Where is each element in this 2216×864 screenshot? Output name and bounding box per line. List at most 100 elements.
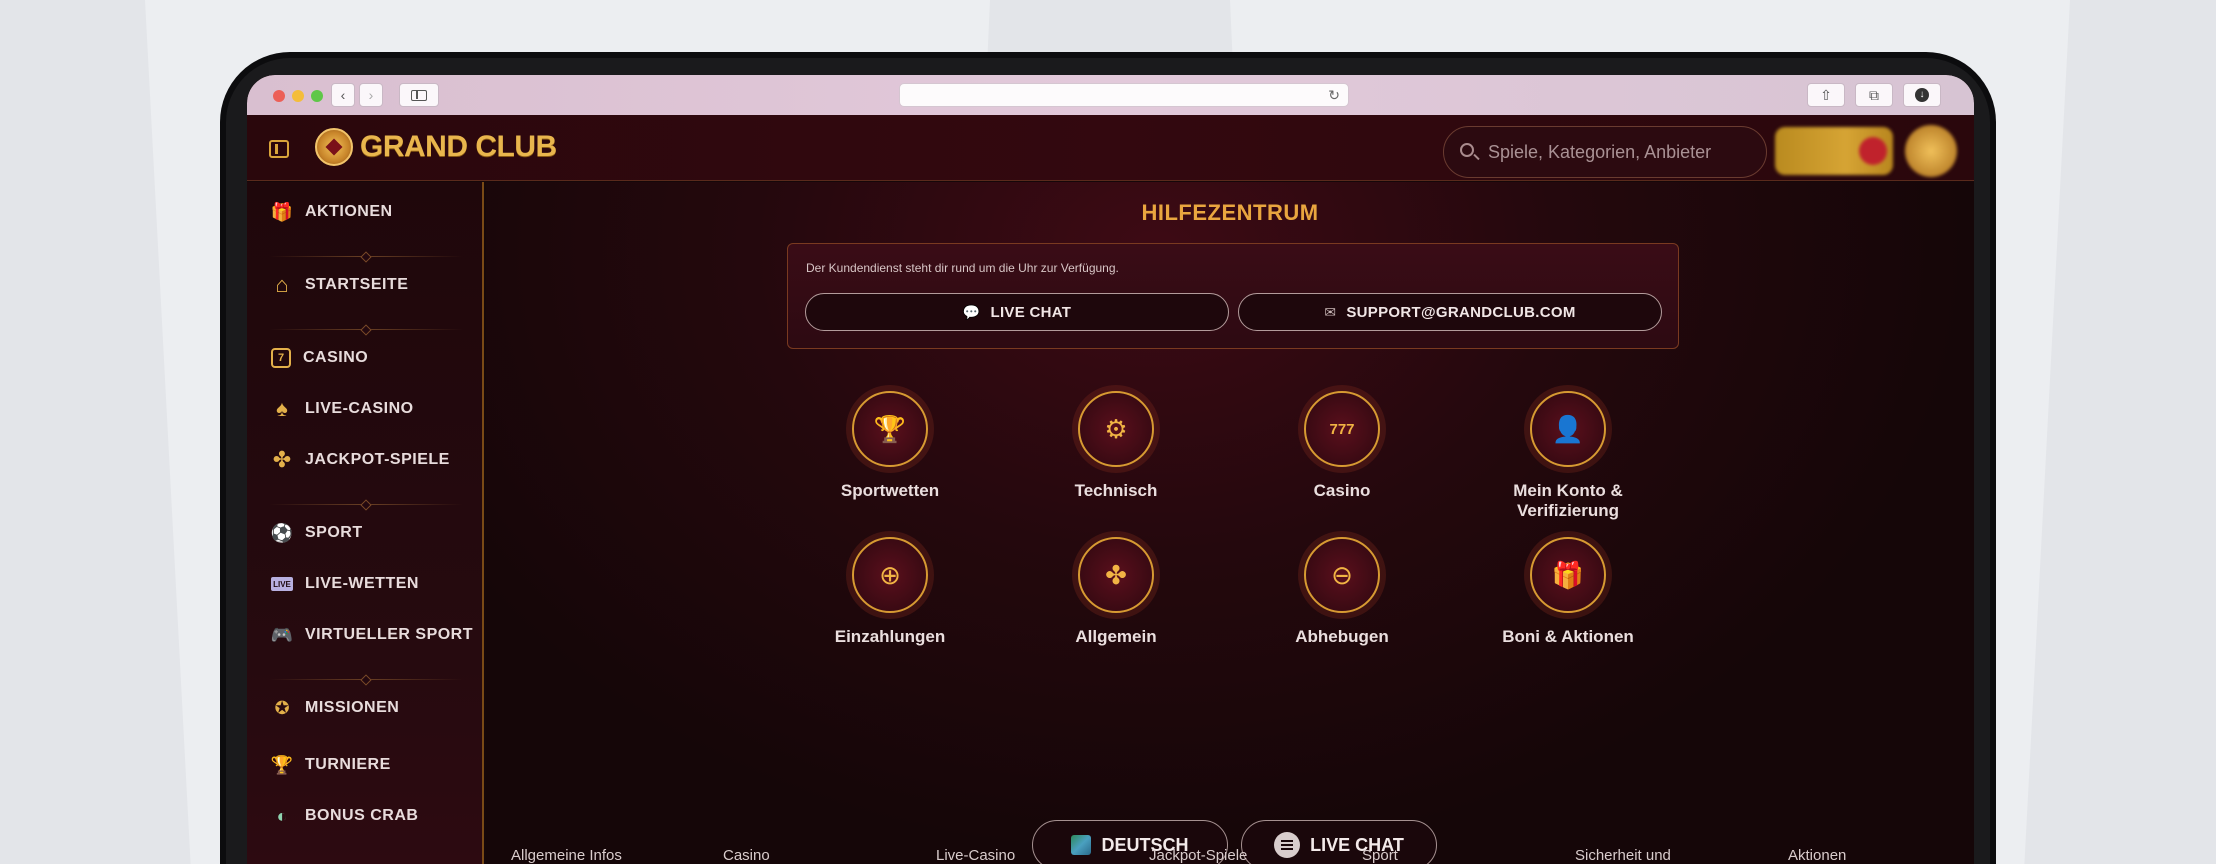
email-label: SUPPORT@GRANDCLUB.COM — [1346, 303, 1576, 321]
live-chat-label: LIVE CHAT — [990, 303, 1072, 321]
downloads-button[interactable]: ↓ — [1903, 83, 1941, 107]
sidebar-item-live-wetten[interactable]: LIVE LIVE-WETTEN — [271, 569, 419, 599]
category-label: Allgemein — [1075, 627, 1157, 646]
category-abhebugen[interactable]: ⊖ Abhebugen — [1232, 537, 1452, 647]
minimize-window-button[interactable] — [292, 90, 304, 102]
sidebar-item-label: MISSIONEN — [305, 699, 400, 716]
close-window-button[interactable] — [273, 90, 285, 102]
category-allgemein[interactable]: ✤ Allgemein — [1006, 537, 1226, 647]
chat-bubble-icon — [1274, 832, 1301, 858]
category-label: Boni & Aktionen — [1502, 627, 1634, 646]
crab-icon: ◐ — [276, 805, 288, 826]
back-button[interactable]: ‹ — [331, 83, 355, 107]
zoom-window-button[interactable] — [311, 90, 323, 102]
trophy-icon: 🏆 — [852, 391, 928, 467]
sidebar-item-label: STARTSEITE — [305, 276, 409, 293]
sidebar-item-casino[interactable]: 7 CASINO — [271, 343, 368, 373]
browser-toolbar: ‹ › ↻ ⇧ ⧉ ↓ — [247, 75, 1974, 115]
coins-plus-icon: ⊕ — [852, 537, 928, 613]
tabs-icon: ⧉ — [1869, 86, 1879, 103]
footer-link-allgemeine-infos[interactable]: Allgemeine Infos — [511, 847, 622, 864]
avatar[interactable] — [1905, 125, 1957, 177]
category-boni-aktionen[interactable]: 🎁 Boni & Aktionen — [1458, 537, 1678, 647]
gear-icon: ⚙ — [1078, 391, 1154, 467]
category-mein-konto[interactable]: 👤 Mein Konto & Verifizierung — [1458, 391, 1678, 521]
sidebar-item-virtueller-sport[interactable]: 🎮 VIRTUELLER SPORT — [271, 620, 473, 650]
sidebar-item-jackpot-spiele[interactable]: ✤ JACKPOT-SPIELE — [271, 445, 450, 475]
sidebar-item-bonus-crab[interactable]: ◐ BONUS CRAB — [271, 801, 418, 831]
bottom-live-chat-button[interactable]: LIVE CHAT — [1241, 820, 1437, 864]
user-icon: 👤 — [1530, 391, 1606, 467]
spade-icon: ♠ — [276, 396, 288, 421]
chevron-right-icon: › — [368, 87, 374, 103]
sidebar-item-startseite[interactable]: ⌂ STARTSEITE — [271, 270, 408, 300]
sidebar-divider — [269, 679, 463, 680]
gift-icon: 🎁 — [270, 201, 294, 222]
gift-icon: 🎁 — [1530, 537, 1606, 613]
footer-link-aktionen[interactable]: Aktionen — [1788, 847, 1846, 864]
sidebar-item-label: CASINO — [303, 349, 369, 366]
trophy-icon: 🏆 — [270, 754, 294, 775]
sidebar-item-label: LIVE-WETTEN — [305, 575, 419, 592]
forward-button[interactable]: › — [359, 83, 383, 107]
sidebar-item-turniere[interactable]: 🏆 TURNIERE — [271, 750, 391, 780]
category-label: Mein Konto & Verifizierung — [1513, 481, 1623, 520]
category-label: Sportwetten — [840, 481, 940, 500]
sidebar-divider — [269, 256, 463, 257]
share-button[interactable]: ⇧ — [1807, 83, 1845, 107]
menu-toggle-icon[interactable] — [269, 140, 289, 158]
main-content: HILFEZENTRUM Der Kundendienst steht dir … — [486, 182, 1974, 864]
sidebar-item-label: AKTIONEN — [305, 203, 393, 220]
screen: ‹ › ↻ ⇧ ⧉ ↓ GRAND CLUB 🎁 AKTIONEN ⌂ ST — [247, 75, 1974, 864]
category-casino[interactable]: 777 Casino — [1232, 391, 1452, 501]
download-icon: ↓ — [1915, 88, 1929, 102]
sidebar: 🎁 AKTIONEN ⌂ STARTSEITE 7 CASINO ♠ LIVE-… — [247, 182, 484, 864]
sidebar-toggle-button[interactable] — [399, 83, 439, 107]
sidebar-item-label: SPORT — [305, 524, 363, 541]
footer-link-sport[interactable]: Sport — [1362, 847, 1398, 864]
footer-link-jackpot-spiele[interactable]: Jackpot-Spiele — [1149, 847, 1247, 864]
sidebar-item-label: VIRTUELLER SPORT — [305, 626, 474, 643]
sidebar-item-sport[interactable]: ⚽ SPORT — [271, 518, 363, 548]
footer-link-sicherheit[interactable]: Sicherheit und — [1575, 847, 1671, 864]
category-label: Casino — [1313, 481, 1371, 500]
search-icon — [1460, 143, 1474, 157]
reload-icon[interactable]: ↻ — [1328, 87, 1340, 104]
sidebar-divider — [269, 504, 463, 505]
category-label: Abhebugen — [1295, 627, 1389, 646]
page-title: HILFEZENTRUM — [1141, 200, 1319, 225]
sidebar-item-label: JACKPOT-SPIELE — [305, 451, 450, 468]
home-icon: ⌂ — [275, 272, 289, 297]
address-bar[interactable]: ↻ — [899, 83, 1349, 107]
sidebar-divider — [269, 329, 463, 330]
gamepad-icon: 🎮 — [270, 624, 294, 645]
category-technisch[interactable]: ⚙ Technisch — [1006, 391, 1226, 501]
login-button[interactable] — [1775, 127, 1893, 175]
sidebar-icon — [411, 89, 427, 101]
category-einzahlungen[interactable]: ⊕ Einzahlungen — [780, 537, 1000, 647]
sidebar-item-label: TURNIERE — [305, 756, 391, 773]
category-sportwetten[interactable]: 🏆 Sportwetten — [780, 391, 1000, 501]
notification-badge — [1859, 137, 1887, 165]
slot-machine-icon: 777 — [1304, 391, 1380, 467]
soccer-ball-icon: ⚽ — [270, 522, 294, 543]
sidebar-item-live-casino[interactable]: ♠ LIVE-CASINO — [271, 394, 414, 424]
slot-machine-icon: 7 — [271, 348, 291, 368]
site-logo[interactable]: GRAND CLUB — [360, 130, 557, 164]
tabs-button[interactable]: ⧉ — [1855, 83, 1893, 107]
search-box[interactable] — [1443, 126, 1767, 178]
sidebar-item-missionen[interactable]: ✪ MISSIONEN — [271, 693, 399, 723]
footer-link-live-casino[interactable]: Live-Casino — [936, 847, 1015, 864]
support-text: Der Kundendienst steht dir rund um die U… — [806, 261, 1119, 275]
medal-icon: ✪ — [274, 697, 290, 718]
sidebar-item-aktionen[interactable]: 🎁 AKTIONEN — [271, 197, 393, 227]
share-icon: ⇧ — [1820, 86, 1832, 103]
footer-link-casino[interactable]: Casino — [723, 847, 770, 864]
clover-icon: ✤ — [1078, 537, 1154, 613]
chat-icon: 💬 — [962, 303, 981, 320]
search-input[interactable] — [1488, 139, 1758, 165]
logo-coin-icon[interactable] — [315, 128, 353, 166]
email-support-button[interactable]: ✉ SUPPORT@GRANDCLUB.COM — [1238, 293, 1662, 331]
clover-icon: ✤ — [272, 447, 292, 472]
live-chat-button[interactable]: 💬 LIVE CHAT — [805, 293, 1229, 331]
